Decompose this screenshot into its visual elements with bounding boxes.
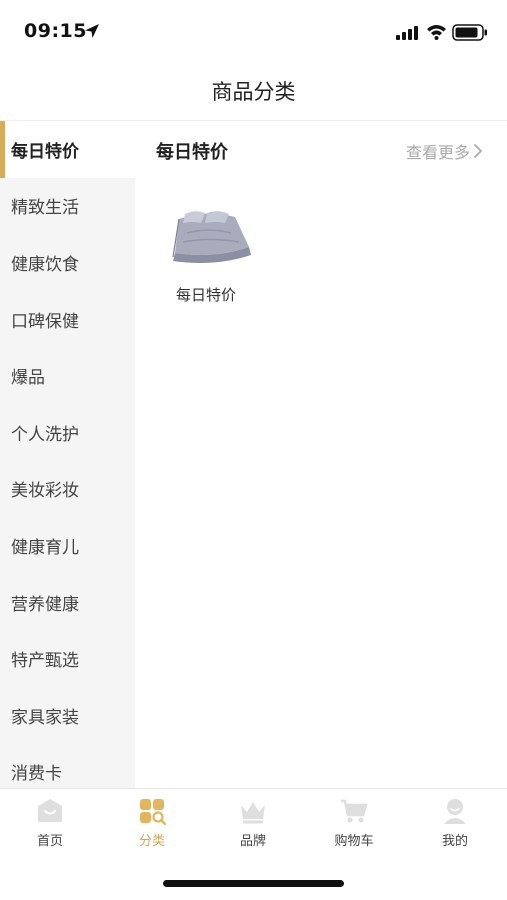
location-arrow-icon — [85, 24, 99, 38]
sidebar-item-label: 家具家装 — [11, 707, 79, 728]
nav-bar: 商品分类 — [0, 64, 507, 120]
sidebar-item-label: 美妆彩妆 — [11, 481, 79, 502]
sidebar-item-parenting[interactable]: 健康育儿 — [0, 517, 135, 574]
view-more-link[interactable]: 查看更多 — [406, 139, 483, 163]
sidebar-item-label: 营养健康 — [11, 594, 79, 615]
tab-label: 分类 — [138, 834, 165, 849]
page-title: 商品分类 — [211, 80, 296, 104]
tab-label: 首页 — [36, 834, 63, 849]
battery-icon — [452, 24, 487, 41]
sidebar-item-health-care[interactable]: 口碑保健 — [0, 291, 135, 348]
sidebar-item-label: 特产甄选 — [11, 651, 79, 672]
sidebar-item-label: 精致生活 — [11, 198, 79, 219]
tab-label: 购物车 — [334, 834, 374, 849]
sidebar-item-gift-cards[interactable]: 消费卡 — [0, 744, 135, 788]
category-icon — [140, 799, 166, 825]
tab-label: 我的 — [441, 834, 468, 849]
sidebar-item-refined-living[interactable]: 精致生活 — [0, 178, 135, 235]
sidebar-item-hot-items[interactable]: 爆品 — [0, 347, 135, 404]
sidebar-item-healthy-diet[interactable]: 健康饮食 — [0, 234, 135, 291]
tab-home[interactable]: 首页 — [10, 797, 90, 853]
sidebar-item-local-specialties[interactable]: 特产甄选 — [0, 630, 135, 687]
sidebar-item-label: 每日特价 — [11, 141, 79, 162]
sidebar-item-label: 健康饮食 — [11, 254, 79, 275]
tab-cart[interactable]: 购物车 — [314, 797, 394, 853]
sidebar-item-personal-care[interactable]: 个人洗护 — [0, 404, 135, 461]
chevron-right-icon — [474, 144, 482, 158]
status-time: 09:15 — [24, 20, 87, 42]
cellular-signal-icon — [396, 26, 418, 40]
sidebar-item-daily-deals[interactable]: 每日特价 — [0, 121, 135, 178]
product-name: 每日特价 — [175, 286, 236, 304]
tab-category[interactable]: 分类 — [112, 797, 192, 853]
crown-icon — [241, 802, 265, 824]
sidebar-item-label: 口碑保健 — [11, 311, 79, 332]
sidebar-item-label: 爆品 — [11, 368, 45, 389]
status-bar: 09:15 — [0, 0, 507, 64]
product-card[interactable]: 每日特价 — [160, 201, 251, 311]
category-sidebar[interactable]: 每日特价 精致生活 健康饮食 口碑保健 爆品 个人洗护 美妆彩妆 健康育儿 营养… — [0, 121, 135, 788]
home-icon — [38, 799, 62, 822]
sidebar-item-beauty-makeup[interactable]: 美妆彩妆 — [0, 461, 135, 518]
sidebar-item-label: 健康育儿 — [11, 537, 79, 558]
category-content: 每日特价 查看更多 每日特价 — [135, 121, 507, 788]
sidebar-item-label: 消费卡 — [11, 764, 62, 785]
bedding-product-image — [172, 211, 251, 263]
sidebar-item-home-furnishing[interactable]: 家具家装 — [0, 687, 135, 744]
cart-icon — [341, 799, 368, 823]
sidebar-item-nutrition[interactable]: 营养健康 — [0, 574, 135, 631]
view-more-label: 查看更多 — [405, 143, 470, 162]
tab-label: 品牌 — [239, 834, 266, 849]
home-indicator[interactable] — [163, 880, 344, 887]
wifi-icon — [427, 25, 446, 40]
profile-icon — [444, 799, 466, 824]
tab-brand[interactable]: 品牌 — [213, 797, 293, 853]
section-title: 每日特价 — [156, 142, 228, 163]
sidebar-item-label: 个人洗护 — [11, 424, 79, 445]
tab-profile[interactable]: 我的 — [415, 797, 495, 853]
